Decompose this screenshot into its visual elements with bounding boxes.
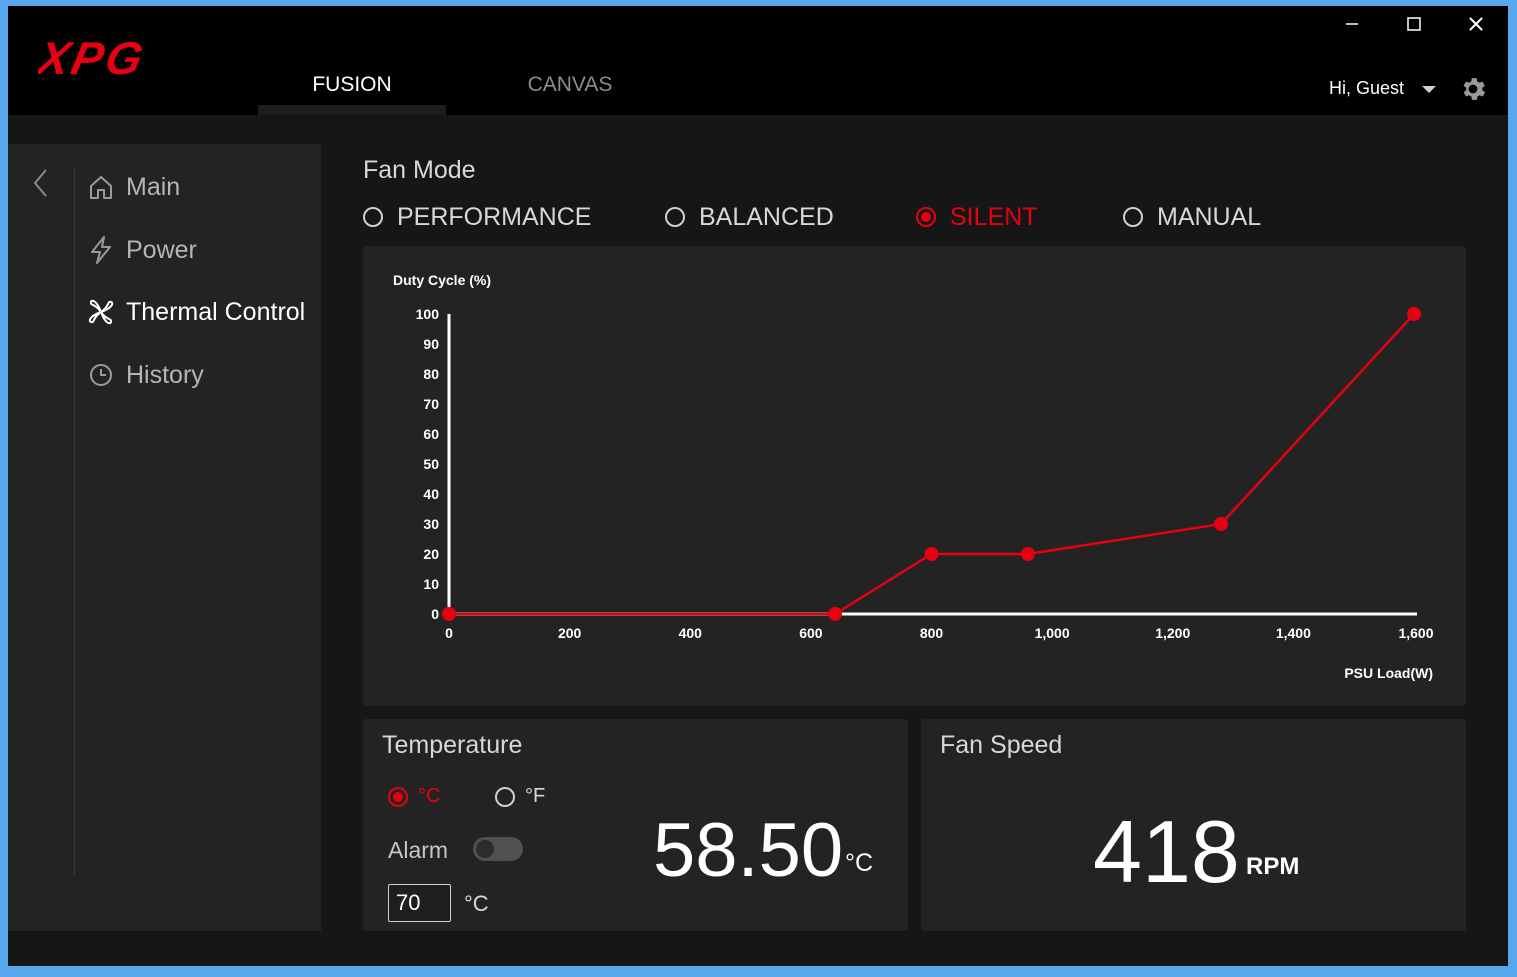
radio-circle (665, 207, 685, 227)
x-tick-label: 200 (558, 625, 582, 641)
curve-point-handle[interactable] (1407, 307, 1421, 321)
tab-canvas[interactable]: CANVAS (476, 69, 664, 115)
close-icon (1469, 17, 1483, 31)
svg-text:XPG: XPG (38, 34, 150, 82)
radio-circle (363, 207, 383, 227)
temperature-unit: °C (845, 849, 874, 877)
fan-speed-unit: RPM (1246, 853, 1300, 880)
xpg-logo: XPG (38, 34, 150, 82)
temperature-panel: Temperature °C °F Alarm °C 58.50 °C (363, 719, 908, 931)
y-axis-label: Duty Cycle (%) (393, 272, 491, 288)
y-tick-label: 40 (423, 486, 439, 502)
clock-icon (86, 360, 116, 390)
y-tick-label: 100 (416, 306, 440, 322)
tab-fusion[interactable]: FUSION (258, 69, 446, 115)
sidebar-item-history-label: History (126, 360, 204, 389)
fan-mode-silent-label: SILENT (950, 202, 1038, 231)
x-tick-label: 1,200 (1155, 625, 1190, 641)
y-tick-label: 0 (431, 606, 439, 622)
sidebar-item-thermal-control[interactable]: Thermal Control (86, 290, 316, 334)
x-tick-label: 1,400 (1276, 625, 1311, 641)
lightning-icon (86, 235, 116, 265)
celsius-label: °C (418, 785, 441, 807)
fan-mode-performance-label: PERFORMANCE (397, 202, 592, 231)
curve-point-handle[interactable] (924, 547, 939, 561)
y-tick-label: 50 (423, 456, 439, 472)
curve-point-handle[interactable] (1214, 517, 1228, 531)
fan-speed-title: Fan Speed (940, 731, 1063, 759)
home-icon (86, 172, 116, 202)
radio-circle (916, 207, 936, 227)
radio-circle (388, 786, 408, 807)
curve-point-handle[interactable] (1021, 547, 1035, 561)
title-bar: XPG FUSION CANVAS Hi, Guest (8, 6, 1508, 115)
user-dropdown[interactable] (1419, 82, 1439, 98)
fan-curve-chart-panel: 0 10 20 30 40 50 60 70 80 90 100 0 200 400 600 800 1,00… (363, 246, 1466, 706)
fan-mode-balanced-radio[interactable]: BALANCED (665, 202, 834, 232)
caret-down-icon (1422, 86, 1436, 93)
y-tick-label: 20 (423, 546, 439, 562)
alarm-threshold-input[interactable] (388, 884, 451, 922)
radio-circle (495, 786, 515, 807)
fan-mode-manual-radio[interactable]: MANUAL (1123, 202, 1261, 232)
x-tick-label: 800 (920, 625, 944, 641)
fan-mode-manual-label: MANUAL (1157, 202, 1262, 231)
sidebar-item-power[interactable]: Power (86, 228, 316, 272)
sidebar-item-history[interactable]: History (86, 353, 316, 397)
close-button[interactable] (1456, 10, 1496, 40)
alarm-toggle[interactable] (473, 837, 523, 861)
x-tick-label: 0 (445, 625, 453, 641)
sidebar-item-thermal-control-label: Thermal Control (126, 297, 306, 326)
app-window: XPG FUSION CANVAS Hi, Guest Main Power T… (8, 6, 1508, 966)
fan-mode-title: Fan Mode (363, 156, 476, 184)
sidebar-item-main[interactable]: Main (86, 165, 316, 209)
gear-icon (1463, 78, 1486, 100)
x-axis-label: PSU Load(W) (1344, 665, 1433, 681)
fan-icon (86, 297, 116, 327)
alarm-toggle-knob (476, 840, 494, 858)
collapse-sidebar-button[interactable] (30, 166, 52, 200)
fahrenheit-radio[interactable]: °F (495, 785, 545, 808)
y-tick-label: 10 (423, 576, 439, 592)
alarm-unit: °C (464, 891, 489, 916)
alarm-label: Alarm (388, 837, 449, 863)
sidebar-item-power-label: Power (126, 235, 197, 264)
tab-canvas-label: CANVAS (527, 73, 613, 96)
y-tick-label: 60 (423, 426, 439, 442)
curve-point-handle[interactable] (442, 607, 456, 621)
temperature-title: Temperature (382, 731, 523, 759)
celsius-radio[interactable]: °C (388, 785, 440, 808)
settings-button[interactable] (1458, 74, 1488, 104)
x-tick-label: 1,000 (1035, 625, 1070, 641)
sidebar: Main Power Thermal Control History (8, 144, 321, 931)
x-tick-label: 400 (679, 625, 703, 641)
fan-mode-balanced-label: BALANCED (699, 202, 834, 231)
minimize-icon (1346, 23, 1358, 25)
fan-speed-value: 418 (1093, 802, 1240, 901)
x-tick-label: 1,600 (1398, 625, 1433, 641)
tab-fusion-label: FUSION (312, 73, 392, 96)
y-tick-label: 90 (423, 336, 439, 352)
fan-curve-chart: 0 10 20 30 40 50 60 70 80 90 100 0 200 400 600 800 1,00… (393, 272, 1434, 681)
sidebar-item-main-label: Main (126, 172, 181, 201)
user-greeting: Hi, Guest (1329, 78, 1405, 98)
radio-circle (1123, 207, 1143, 227)
y-tick-label: 30 (423, 516, 439, 532)
maximize-button[interactable] (1394, 10, 1434, 40)
fan-speed-panel: Fan Speed 418 RPM (921, 719, 1466, 931)
series-line (449, 313, 1415, 616)
y-tick-label: 80 (423, 366, 439, 382)
chevron-left-icon (33, 169, 47, 197)
fan-mode-silent-radio[interactable]: SILENT (916, 202, 1038, 232)
temperature-value: 58.50 (653, 808, 844, 893)
minimize-button[interactable] (1332, 10, 1372, 40)
sidebar-divider (74, 168, 75, 876)
fahrenheit-label: °F (525, 785, 546, 807)
maximize-icon (1407, 17, 1421, 31)
curve-point-handle[interactable] (828, 607, 842, 621)
y-tick-label: 70 (423, 396, 439, 412)
fan-mode-performance-radio[interactable]: PERFORMANCE (363, 202, 591, 232)
x-tick-label: 600 (799, 625, 823, 641)
